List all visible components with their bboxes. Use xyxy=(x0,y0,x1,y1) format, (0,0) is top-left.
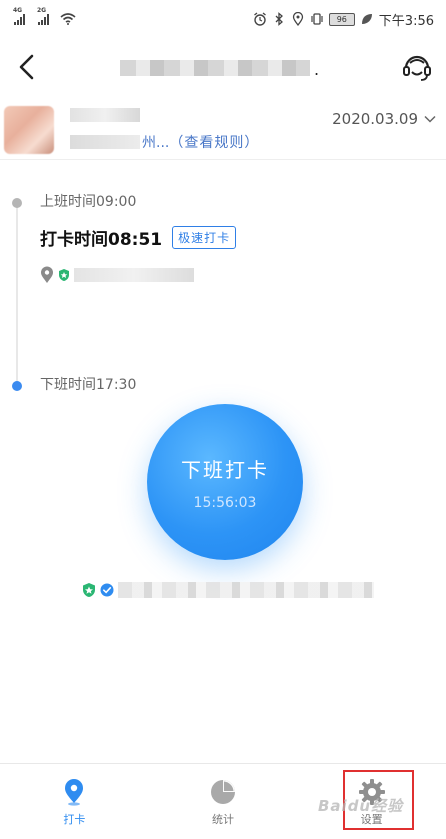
vibrate-icon xyxy=(311,13,323,25)
view-rules-link[interactable]: （查看规则） xyxy=(169,132,259,152)
status-left: 4G 2G xyxy=(13,7,76,25)
signal-icon-2: 2G xyxy=(37,7,49,25)
location-name-redacted xyxy=(74,268,194,282)
tab-statistics[interactable]: 统计 xyxy=(149,764,298,839)
leaf-icon xyxy=(361,14,372,24)
punch-zone-status xyxy=(82,582,374,598)
wifi-icon xyxy=(60,13,76,25)
pie-chart-icon xyxy=(211,779,235,804)
map-pin-icon xyxy=(41,266,53,283)
tab-punch-label: 打卡 xyxy=(63,812,86,826)
back-icon[interactable] xyxy=(14,52,40,82)
network-type-label-2: 2G xyxy=(37,7,47,14)
status-time: 下午3:56 xyxy=(378,13,434,29)
status-bar: 4G 2G 96 下午3:56 xyxy=(0,0,446,38)
timeline-dot-off xyxy=(12,381,22,391)
zone-name-redacted xyxy=(118,582,374,598)
bluetooth-icon xyxy=(275,12,283,26)
location-pin-icon xyxy=(65,778,84,806)
timeline-dot-on xyxy=(12,198,22,208)
tab-punch[interactable]: 打卡 xyxy=(0,764,149,839)
customer-service-icon[interactable] xyxy=(400,50,434,84)
shield-icon xyxy=(59,269,69,281)
timeline-line xyxy=(16,203,18,383)
header: . xyxy=(0,38,446,98)
tab-statistics-label: 统计 xyxy=(212,812,234,826)
alarm-icon xyxy=(253,12,266,26)
status-right: 96 下午3:56 xyxy=(253,10,434,29)
work-end-time: 下班时间17:30 xyxy=(40,377,137,393)
signal-icon-1: 4G xyxy=(13,7,25,25)
tab-settings[interactable]: 设置 xyxy=(297,764,446,839)
selected-date: 2020.03.09 xyxy=(332,110,418,128)
user-name-redacted xyxy=(70,108,140,122)
clock-out-label: 下班打卡 xyxy=(181,457,269,482)
user-info-row: 州... （查看规则） 2020.03.09 xyxy=(0,98,446,160)
check-circle-icon xyxy=(100,583,114,597)
gear-icon xyxy=(358,778,385,805)
punch-record: 打卡时间08:51 极速打卡 xyxy=(40,225,237,250)
clock-out-button[interactable]: 下班打卡 15:56:03 xyxy=(147,404,303,560)
page-title-redacted xyxy=(120,60,310,76)
bottom-tab-bar: 打卡 统计 设置 xyxy=(0,763,446,839)
punch-location xyxy=(40,266,194,284)
location-icon xyxy=(292,12,303,26)
attendance-group: 州... （查看规则） xyxy=(70,132,259,152)
tab-settings-label: 设置 xyxy=(360,812,383,826)
fast-punch-badge: 极速打卡 xyxy=(172,226,237,249)
work-start-time: 上班时间09:00 xyxy=(40,194,137,210)
battery-icon: 96 xyxy=(328,12,355,26)
shield-icon xyxy=(83,583,95,597)
network-type-label: 4G xyxy=(13,7,23,14)
group-name-redacted xyxy=(70,135,140,149)
group-name-suffix: 州... xyxy=(142,135,170,151)
avatar xyxy=(4,106,54,154)
date-selector[interactable]: 2020.03.09 xyxy=(332,110,436,128)
current-time: 15:56:03 xyxy=(193,494,257,511)
chevron-down-icon xyxy=(424,115,436,123)
punch-time: 打卡时间08:51 xyxy=(40,230,163,250)
page-title-suffix: . xyxy=(314,60,320,79)
